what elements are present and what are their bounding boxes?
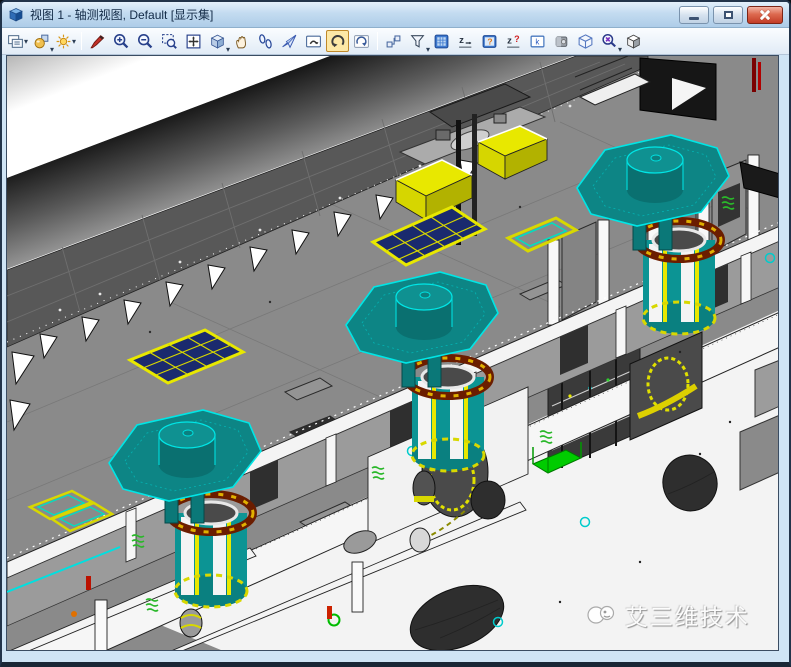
grid-window-icon [433,33,450,50]
app-icon [8,7,24,23]
wireframe-cube-button[interactable] [574,30,597,52]
zoom-window-button[interactable] [158,30,181,52]
pan-hand-icon [233,33,250,50]
turret-center-carousel [402,347,490,471]
zoom-out-icon [137,33,154,50]
redo-view-button[interactable] [350,30,373,52]
shaded-cube-icon [625,33,642,50]
zoom-window-icon [161,33,178,50]
mdi-client-area: 艾三维技术 [2,55,789,663]
application-window: 视图 1 - 轴测视图, Default [显示集] ▾▾▾▾▾▾ [0,0,791,667]
undo-view-icon [329,33,346,50]
zoom-in-icon [113,33,130,50]
minimize-icon [689,17,699,20]
selection-filter-icon [409,33,426,50]
keyplan-window-button[interactable] [526,30,549,52]
turret-left-carousel [165,483,253,607]
query-window-icon [481,33,498,50]
turret-right-cylinder [627,147,683,203]
capture-image-button[interactable] [550,30,573,52]
close-button[interactable] [747,6,783,24]
wireframe-cube-icon [577,33,594,50]
title-bar[interactable]: 视图 1 - 轴测视图, Default [显示集] [2,2,789,28]
render-mode-icon [33,33,50,50]
walk-through-button[interactable] [254,30,277,52]
window-title: 视图 1 - 轴测视图, Default [显示集] [30,6,213,23]
minimize-button[interactable] [679,6,709,24]
pan-hand-button[interactable] [230,30,253,52]
z-query-icon [505,33,522,50]
lighting-button[interactable]: ▾ [54,30,77,52]
link-views-icon [385,33,402,50]
chevron-down-icon[interactable]: ▾ [72,37,76,46]
fly-through-icon [281,33,298,50]
turret-left-cylinder [159,422,215,478]
zoom-selected-icon [601,33,618,50]
viewport-3d-scene[interactable] [7,56,779,651]
look-around-icon [305,33,322,50]
look-around-button[interactable] [302,30,325,52]
viewport-layout-button[interactable]: ▾ [6,30,29,52]
link-views-button[interactable] [382,30,405,52]
grid-window-button[interactable] [430,30,453,52]
undo-view-button[interactable] [326,30,349,52]
viewport-window[interactable]: 艾三维技术 [6,55,779,651]
lighting-icon [55,33,72,50]
paint-brush-icon [89,33,106,50]
orbit-cube-icon [209,33,226,50]
query-window-button[interactable] [478,30,501,52]
shaded-cube-button[interactable] [622,30,645,52]
paint-brush-button[interactable] [86,30,109,52]
zoom-in-button[interactable] [110,30,133,52]
z-query-button[interactable] [502,30,525,52]
zoom-extents-button[interactable] [182,30,205,52]
z-order-icon [457,33,474,50]
toolbar-separator [81,32,82,50]
zoom-out-button[interactable] [134,30,157,52]
redo-view-icon [353,33,370,50]
keyplan-window-icon [529,33,546,50]
toolbar-separator [377,32,378,50]
turret-right-carousel [633,210,721,334]
chevron-down-icon[interactable]: ▾ [24,37,28,46]
toolbar: ▾▾▾▾▾▾ [2,28,789,55]
fly-through-button[interactable] [278,30,301,52]
z-order-button[interactable] [454,30,477,52]
orbit-cube-button[interactable]: ▾ [206,30,229,52]
zoom-extents-icon [185,33,202,50]
turret-center-cylinder [396,284,452,340]
zoom-selected-button[interactable]: ▾ [598,30,621,52]
capture-image-icon [553,33,570,50]
walk-through-icon [257,33,274,50]
render-mode-button[interactable]: ▾ [30,30,53,52]
selection-filter-button[interactable]: ▾ [406,30,429,52]
restore-icon [724,11,733,19]
restore-button[interactable] [713,6,743,24]
viewport-layout-icon [7,33,24,50]
